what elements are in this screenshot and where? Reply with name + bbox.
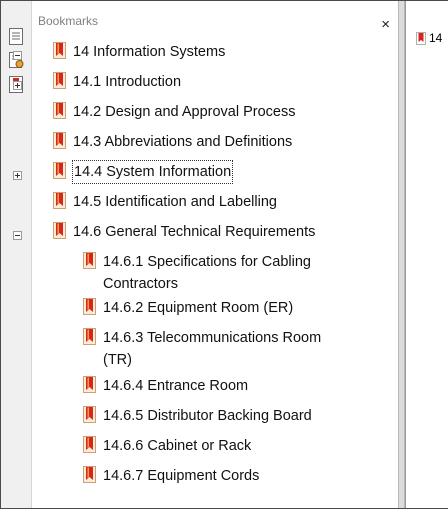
bookmark-label: 14.5 Identification and Labelling (73, 194, 277, 210)
bookmark-icon (83, 375, 103, 393)
bookmark-item[interactable]: 14.6.5 Distributor Backing Board (83, 405, 312, 427)
bookmark-item[interactable]: 14.4 System Information (53, 160, 234, 184)
bookmark-item[interactable]: 14.2 Design and Approval Process (53, 101, 295, 123)
bookmark-label: 14.2 Design and Approval Process (73, 104, 296, 120)
bookmark-item[interactable]: 14.6.3 Telecommunications Room (TR) (83, 327, 343, 371)
bookmark-icon (53, 41, 73, 59)
bookmark-label: 14.6 General Technical Requirements (73, 224, 316, 240)
bookmark-icon (83, 327, 103, 345)
collapse-icon[interactable] (13, 231, 22, 240)
bookmark-label: 14 Information Systems (73, 44, 226, 60)
bookmark-icon (83, 405, 103, 423)
bookmark-item[interactable]: 14.6.6 Cabinet or Rack (83, 435, 251, 457)
bookmark-icon (83, 251, 103, 269)
bookmark-label: 14.6.3 Telecommunications Room (TR) (103, 330, 322, 368)
expand-icon[interactable] (13, 171, 22, 180)
bookmark-icon (53, 131, 73, 149)
bookmark-label: 14.6.5 Distributor Backing Board (103, 408, 312, 424)
bookmark-icon (83, 465, 103, 483)
bookmark-icon (53, 161, 73, 179)
bookmark-label: 14.6.6 Cabinet or Rack (103, 438, 252, 454)
bookmark-icon (53, 221, 73, 239)
bookmark-item[interactable]: 14.6.2 Equipment Room (ER) (83, 297, 293, 319)
bookmark-label: 14.6.1 Specifications for Cabling Contra… (103, 254, 311, 292)
bookmark-icon (83, 435, 103, 453)
bookmark-label: 14.6.2 Equipment Room (ER) (103, 300, 294, 316)
bookmark-icon (83, 297, 103, 315)
panel-splitter[interactable] (398, 1, 405, 508)
bookmark-item[interactable]: 14 Information Systems (53, 41, 225, 63)
bookmark-label: 14.3 Abbreviations and Definitions (73, 134, 293, 150)
bookmark-label: 14.4 System Information (71, 160, 234, 184)
bookmarks-window: Bookmarks × 14 Information Systems 14.1 I… (0, 0, 448, 509)
bookmark-label: 14.6.4 Entrance Room (103, 378, 249, 394)
bookmark-icon (416, 31, 426, 45)
bookmark-label: 14.1 Introduction (73, 74, 182, 90)
bookmark-icon (53, 101, 73, 119)
collapse-icon[interactable] (13, 51, 22, 60)
panel-title: Bookmarks (38, 14, 99, 28)
bookmark-item[interactable]: 14.6.1 Specifications for Cabling Contra… (83, 251, 343, 295)
expand-icon[interactable] (13, 81, 22, 90)
document-area: 14 (405, 1, 448, 508)
navigation-toolstrip (1, 1, 32, 508)
bookmark-item[interactable]: 14.6.4 Entrance Room (83, 375, 248, 397)
bookmark-item[interactable]: 14.5 Identification and Labelling (53, 191, 277, 213)
bookmark-item[interactable]: 14.3 Abbreviations and Definitions (53, 131, 292, 153)
page-thumbnails-icon[interactable] (8, 27, 24, 45)
bookmarks-panel: Bookmarks × 14 Information Systems 14.1 I… (13, 1, 398, 508)
bookmark-icon (53, 191, 73, 209)
bookmark-item[interactable]: 14.6 General Technical Requirements (53, 221, 315, 243)
close-icon[interactable]: × (381, 17, 390, 32)
bookmark-item[interactable]: 14.6.7 Equipment Cords (83, 465, 259, 487)
document-page-marker: 14 (416, 31, 442, 45)
bookmark-icon (53, 71, 73, 89)
bookmark-label: 14.6.7 Equipment Cords (103, 468, 260, 484)
bookmark-item[interactable]: 14.1 Introduction (53, 71, 181, 93)
document-page-number: 14 (429, 31, 443, 45)
